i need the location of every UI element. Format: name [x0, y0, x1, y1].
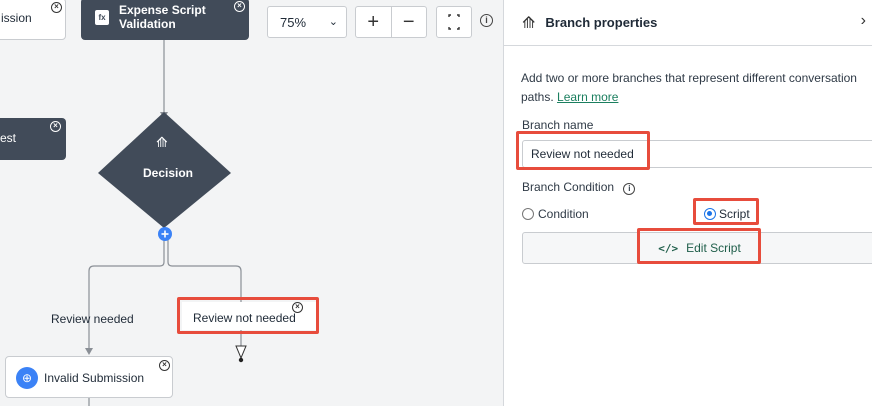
expense-script-title-line1: Expense Script: [119, 3, 206, 17]
decision-node-label[interactable]: Decision: [143, 166, 193, 180]
condition-radio[interactable]: [522, 208, 534, 220]
invalid-submission-label: Invalid Submission: [44, 371, 145, 385]
request-node[interactable]: est ×: [0, 118, 66, 160]
flow-connectors: [85, 40, 247, 406]
zoom-in-button[interactable]: +: [356, 7, 392, 37]
panel-title: Branch properties: [545, 15, 658, 30]
fit-to-screen-button[interactable]: [436, 6, 472, 38]
close-icon[interactable]: ×: [51, 2, 62, 13]
invalid-submission-node[interactable]: ⊕ Invalid Submission ×: [5, 356, 173, 398]
edge-label-review-needed[interactable]: Review needed: [51, 312, 134, 326]
branch-icon: ⟰: [156, 134, 168, 150]
close-icon[interactable]: ×: [50, 121, 61, 132]
request-node-label: est: [0, 131, 17, 145]
zoom-select[interactable]: 75% ⌄: [267, 6, 347, 38]
submission-node-label: ission: [1, 11, 32, 25]
flow-canvas[interactable]: ission × fx Expense Script Validation × …: [0, 0, 503, 406]
expense-script-node[interactable]: fx Expense Script Validation ×: [81, 0, 249, 40]
panel-header: ⟰ Branch properties ›: [504, 0, 872, 46]
chevron-right-icon[interactable]: ›: [861, 12, 866, 30]
highlight-branch-name: [516, 131, 650, 170]
close-icon[interactable]: ×: [234, 1, 245, 12]
branch-icon: ⟰: [522, 14, 536, 32]
info-icon[interactable]: i: [480, 14, 493, 27]
learn-more-link[interactable]: Learn more: [557, 90, 618, 104]
expense-script-title-line2: Validation: [119, 17, 176, 31]
zoom-controls: + −: [355, 6, 427, 38]
submission-node[interactable]: ission ×: [0, 0, 66, 40]
zoom-out-button[interactable]: −: [392, 7, 427, 37]
condition-option-label[interactable]: Condition: [538, 207, 589, 221]
branch-condition-label-row: Branch Condition i: [522, 180, 636, 195]
zoom-value: 75%: [280, 15, 307, 30]
highlight-edge-label: [177, 297, 319, 334]
close-icon[interactable]: ×: [159, 360, 170, 371]
branch-condition-label: Branch Condition: [522, 180, 615, 194]
node-type-icon: ⊕: [16, 367, 38, 389]
chevron-down-icon: ⌄: [328, 16, 338, 28]
branch-name-label: Branch name: [522, 118, 594, 132]
branch-properties-panel: ⟰ Branch properties › Add two or more br…: [503, 0, 872, 406]
highlight-script-option: [693, 198, 759, 225]
fit-screen-icon: [448, 14, 460, 30]
panel-description: Add two or more branches that represent …: [521, 69, 866, 107]
highlight-edit-script: [637, 228, 761, 264]
info-icon[interactable]: i: [623, 183, 636, 195]
script-icon: fx: [95, 10, 109, 25]
